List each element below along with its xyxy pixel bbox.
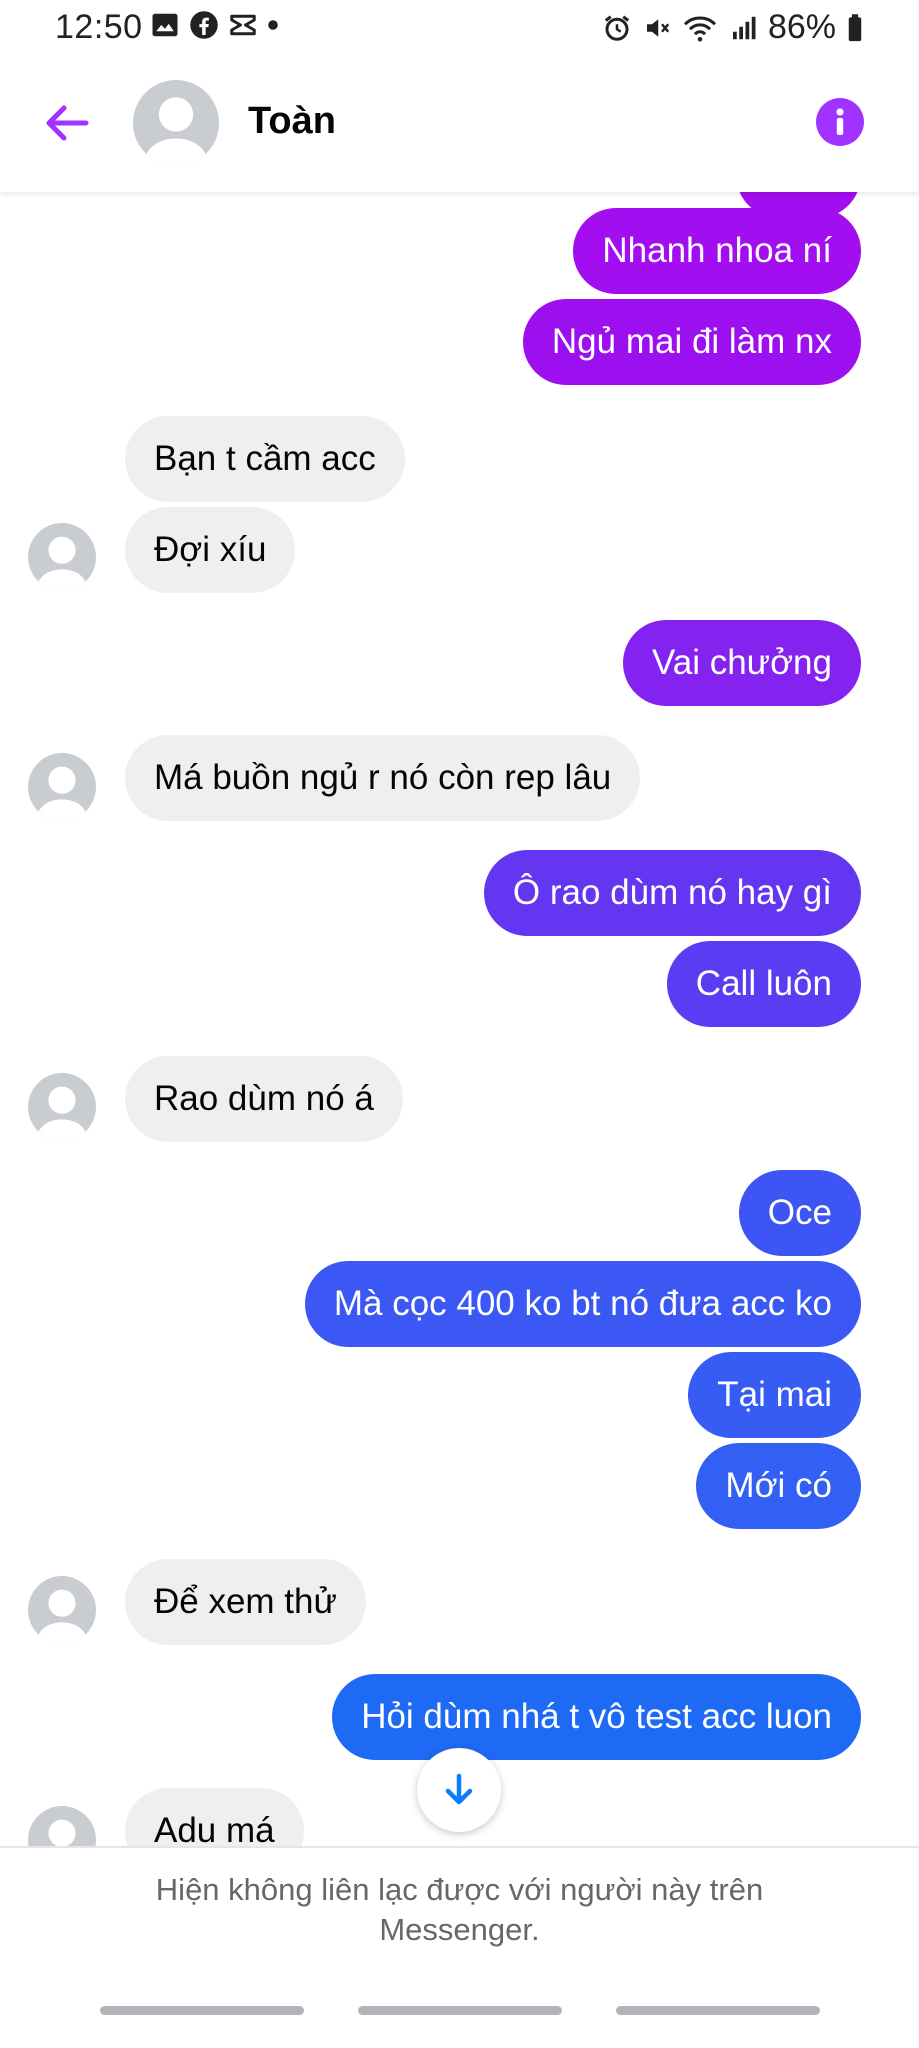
sender-avatar[interactable] xyxy=(28,523,96,591)
notice-line-2: Messenger. xyxy=(379,1912,540,1947)
mute-icon xyxy=(646,18,670,37)
unavailable-notice: Hiện không liên lạc được với người này t… xyxy=(0,1870,919,1950)
message-bubble-outgoing[interactable]: Hỏi dùm nhá t vô test acc luon xyxy=(332,1674,861,1760)
facebook-icon xyxy=(190,11,218,39)
message-bubble-outgoing[interactable]: Vai chưởng xyxy=(623,620,861,706)
gallery-icon xyxy=(152,13,178,37)
status-time: 12:50 xyxy=(55,8,143,46)
message-bubble-outgoing[interactable]: Tại mai xyxy=(688,1352,861,1438)
user-silhouette-icon xyxy=(37,1589,87,1644)
system-navigation-bar xyxy=(0,2006,919,2018)
info-button[interactable] xyxy=(816,98,864,146)
back-button[interactable] xyxy=(40,96,94,150)
message-bubble-incoming[interactable]: Bạn t cầm acc xyxy=(125,416,405,502)
message-bubble-incoming[interactable]: Để xem thử xyxy=(125,1559,366,1645)
sender-avatar[interactable] xyxy=(28,1806,96,1846)
user-silhouette-icon xyxy=(145,97,207,166)
message-bubble-outgoing[interactable]: Ô rao dùm nó hay gì xyxy=(483,850,861,936)
conversation-header: Toàn xyxy=(0,56,919,192)
sender-avatar[interactable] xyxy=(28,1576,96,1644)
nav-back-button[interactable] xyxy=(616,2006,820,2015)
sender-avatar[interactable] xyxy=(28,1073,96,1141)
signal-icon xyxy=(732,16,756,39)
user-silhouette-icon xyxy=(37,536,87,591)
message-bubble-incoming[interactable]: Đợi xíu xyxy=(125,507,296,593)
message-bubble-outgoing[interactable]: Oce xyxy=(738,1170,861,1256)
nav-recents-button[interactable] xyxy=(100,2006,304,2015)
arrow-down-icon xyxy=(445,1773,473,1805)
notification-icons xyxy=(150,10,279,40)
message-bubble-outgoing[interactable]: Mà cọc 400 ko bt nó đưa acc ko xyxy=(304,1261,861,1347)
user-silhouette-icon xyxy=(37,1086,87,1141)
dot-icon xyxy=(268,20,278,30)
contact-name[interactable]: Toàn xyxy=(248,100,336,143)
battery-icon xyxy=(848,13,862,41)
user-silhouette-icon xyxy=(37,766,87,821)
system-icons: 86% xyxy=(602,8,864,47)
sender-avatar[interactable] xyxy=(28,753,96,821)
user-silhouette-icon xyxy=(48,1819,76,1846)
message-bubble-incoming[interactable]: Rao dùm nó á xyxy=(125,1056,403,1142)
contact-avatar[interactable] xyxy=(133,80,219,166)
message-list[interactable]: Nhanh nhoa ní Ngủ mai đi làm nx Bạn t cầ… xyxy=(0,192,919,1846)
alarm-icon xyxy=(604,15,630,41)
message-bubble-outgoing[interactable]: Ngủ mai đi làm nx xyxy=(522,299,861,385)
arrow-left-icon xyxy=(46,105,89,141)
capcut-icon xyxy=(230,14,256,36)
nav-home-button[interactable] xyxy=(358,2006,562,2015)
scroll-to-bottom-button[interactable] xyxy=(417,1748,501,1832)
message-bubble-outgoing[interactable]: Mới có xyxy=(696,1443,861,1529)
status-bar: 12:50 86% xyxy=(0,0,919,56)
unavailable-footer: Hiện không liên lạc được với người này t… xyxy=(0,1846,919,2048)
message-bubble-incoming[interactable]: Adu má xyxy=(125,1788,304,1846)
message-bubble-outgoing[interactable]: Nhanh nhoa ní xyxy=(573,208,861,294)
message-bubble-incoming[interactable]: Má buồn ngủ r nó còn rep lâu xyxy=(125,735,641,821)
battery-percentage: 86% xyxy=(767,8,836,46)
notice-line-1: Hiện không liên lạc được với người này t… xyxy=(155,1872,764,1907)
info-icon xyxy=(836,108,844,135)
wifi-icon xyxy=(683,16,716,41)
message-bubble-outgoing[interactable]: Call luôn xyxy=(666,941,861,1027)
